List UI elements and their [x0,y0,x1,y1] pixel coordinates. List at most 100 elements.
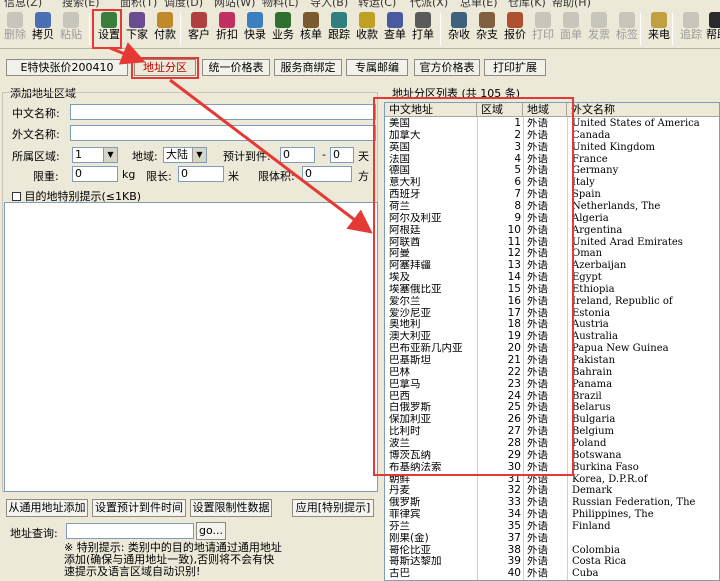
table-cell: 5 [514,165,521,177]
domain-select[interactable]: 大陆 ▼ [163,147,207,163]
toolbar-button-paste[interactable]: 粘贴 [58,11,84,47]
table-row[interactable]: 荷兰 8 外语 Netherlands, The [385,200,719,213]
table-row[interactable]: 法国 4 外语 France [385,154,719,166]
column-header[interactable]: 地域 [523,103,567,117]
table-row[interactable]: 巴林 22 外语 Bahrain [385,367,719,379]
table-row[interactable]: 哥伦比亚 38 外语 Colombia [385,545,719,557]
table-row[interactable]: 朝鲜 31 外语 Korea, D.P.R.of [385,473,719,486]
table-cell: 37 [507,532,521,544]
tab-5[interactable]: 官方价格表 [414,59,480,76]
tab-6[interactable]: 打印扩展 [484,59,546,76]
table-row[interactable]: 美国 1 外语 United States of America [385,118,719,130]
menu-item[interactable]: 面积(T) [120,0,157,9]
menu-item[interactable]: 网站(W) [214,0,255,9]
table-row[interactable]: 比利时 27 外语 Belgium [385,426,719,438]
tab-4[interactable]: 专属邮编 [346,59,408,76]
table-row[interactable]: 西班牙 7 外语 Spain [385,189,719,201]
table-row[interactable]: 刚果(金) 37 外语 [385,532,719,545]
table-row[interactable]: 埃塞俄比亚 15 外语 Ethiopia [385,283,719,296]
table-row[interactable]: 英国 3 外语 United Kingdom [385,142,719,154]
toolbar-button-phone[interactable]: 来电 [646,11,672,47]
menu-item[interactable]: 转运(C) [358,0,396,9]
table-row[interactable]: 德国 5 外语 Germany [385,165,719,177]
table-cell: 27 [507,426,521,438]
table-row[interactable]: 阿塞拜疆 13 外语 Azerbaijan [385,260,719,272]
menu-item[interactable]: 代派(X) [410,0,448,9]
table-row[interactable]: 埃及 14 外语 Egypt [385,272,719,284]
column-header[interactable]: 区域 [477,103,523,117]
region-select[interactable]: 1 ▼ [72,147,118,163]
table-cell: 20 [507,343,521,355]
table-cell: 31 [507,473,521,485]
tab-0[interactable]: E特快张价200410 [6,59,128,76]
table-row[interactable]: 白俄罗斯 25 外语 Belarus [385,402,719,414]
table-row[interactable]: 奥地利 18 外语 Austria [385,319,719,331]
menu-item[interactable]: 帮助(H) [552,0,591,9]
tab-2[interactable]: 统一价格表 [202,59,270,76]
table-row[interactable]: 哥斯达黎加 39 外语 Costa Rica [385,556,719,568]
menu-item[interactable]: 物料(L) [262,0,299,9]
phone-icon [651,12,667,28]
table-row[interactable]: 丹麦 32 外语 Demark [385,485,719,497]
table-cell: 外语 [527,378,548,390]
query-input[interactable] [66,523,194,539]
table-row[interactable]: 阿尔及利亚 9 外语 Algeria [385,213,719,225]
menu-item[interactable]: 导入(B) [310,0,348,9]
table-row[interactable]: 爱尔兰 16 外语 Ireland, Republic of [385,296,719,308]
table-row[interactable]: 保加利亚 26 外语 Bulgaria [385,414,719,426]
weight-input[interactable]: 0 [72,166,118,182]
tab-1[interactable]: 地址分区 [134,59,196,76]
toolbar-button-help[interactable]: 帮助 [704,11,720,47]
hint-textarea[interactable] [4,202,378,492]
set-limits-button[interactable]: 设置限制性数据 [190,499,272,517]
table-row[interactable]: 澳大利亚 19 外语 Australia [385,331,719,343]
table-row[interactable]: 博茨瓦纳 29 外语 Botswana [385,450,719,462]
menu-item[interactable]: 搜索(E) [62,0,100,9]
table-row[interactable]: 巴布亚新几内亚 20 外语 Papua New Guinea [385,343,719,355]
apply-hint-button[interactable]: 应用[特别提示] [292,499,374,517]
business-icon [275,12,291,28]
table-row[interactable]: 菲律宾 34 外语 Philippines, The [385,509,719,521]
toolbar-button-label[interactable]: 标签 [614,11,640,47]
table-row[interactable]: 布基纳法索 30 外语 Burkina Faso [385,462,719,474]
menu-item[interactable]: 总单(E) [460,0,498,9]
en-name-input[interactable] [70,125,376,141]
set-arrival-time-button[interactable]: 设置预计到件时间 [92,499,186,517]
table-row[interactable]: 意大利 6 外语 Italy [385,177,719,189]
table-row[interactable]: 古巴 40 外语 Cuba [385,568,719,580]
track-icon [683,12,699,28]
go-button[interactable]: go... [196,522,226,540]
table-row[interactable]: 加拿大 2 外语 Canada [385,130,719,142]
table-row[interactable]: 阿联酋 11 外语 United Arad Emirates [385,237,719,249]
table-row[interactable]: 阿根廷 10 外语 Argentina [385,225,719,237]
table-cell: 埃塞俄比亚 [389,283,442,295]
table-row[interactable]: 阿曼 12 外语 Oman [385,248,719,260]
table-row[interactable]: 巴基斯坦 21 外语 Pakistan [385,355,719,367]
table-row[interactable]: 爱沙尼亚 17 外语 Estonia [385,308,719,320]
table-cell: 荷兰 [389,200,410,212]
table-row[interactable]: 芬兰 35 外语 Finland [385,520,719,533]
table-row[interactable]: 波兰 28 外语 Poland [385,438,719,450]
days-from-input[interactable]: 0 [280,147,315,163]
menu-item[interactable]: 调度(D) [164,0,203,9]
table-row[interactable]: 巴西 24 外语 Brazil [385,391,719,403]
menu-item[interactable]: 仓库(K) [508,0,546,9]
address-grid[interactable]: 中文地址 区域 地域 外文名称 美国 1 外语 United States of Americ… [384,102,720,581]
table-cell: Demark [572,485,613,497]
add-from-common-button[interactable]: 从通用地址添加 [6,499,88,517]
toolbar-separator [640,13,641,45]
volume-input[interactable]: 0 [302,166,352,182]
days-to-input[interactable]: 0 [330,147,354,163]
toolbar-button-payment[interactable]: 付款 [152,11,178,47]
table-cell: 35 [507,520,521,532]
table-row[interactable]: 俄罗斯 33 外语 Russian Federation, The [385,497,719,509]
column-header[interactable]: 外文名称 [567,103,719,117]
cn-name-input[interactable] [70,104,376,120]
menu-item[interactable]: 信息(Z) [4,0,42,9]
tab-3[interactable]: 服务商绑定 [274,59,342,76]
length-input[interactable]: 0 [178,166,224,182]
toolbar-button-print-order[interactable]: 打单 [410,11,436,47]
hint-checkbox[interactable] [12,192,21,201]
column-header[interactable]: 中文地址 [385,103,477,117]
table-row[interactable]: 巴拿马 23 外语 Panama [385,378,719,391]
